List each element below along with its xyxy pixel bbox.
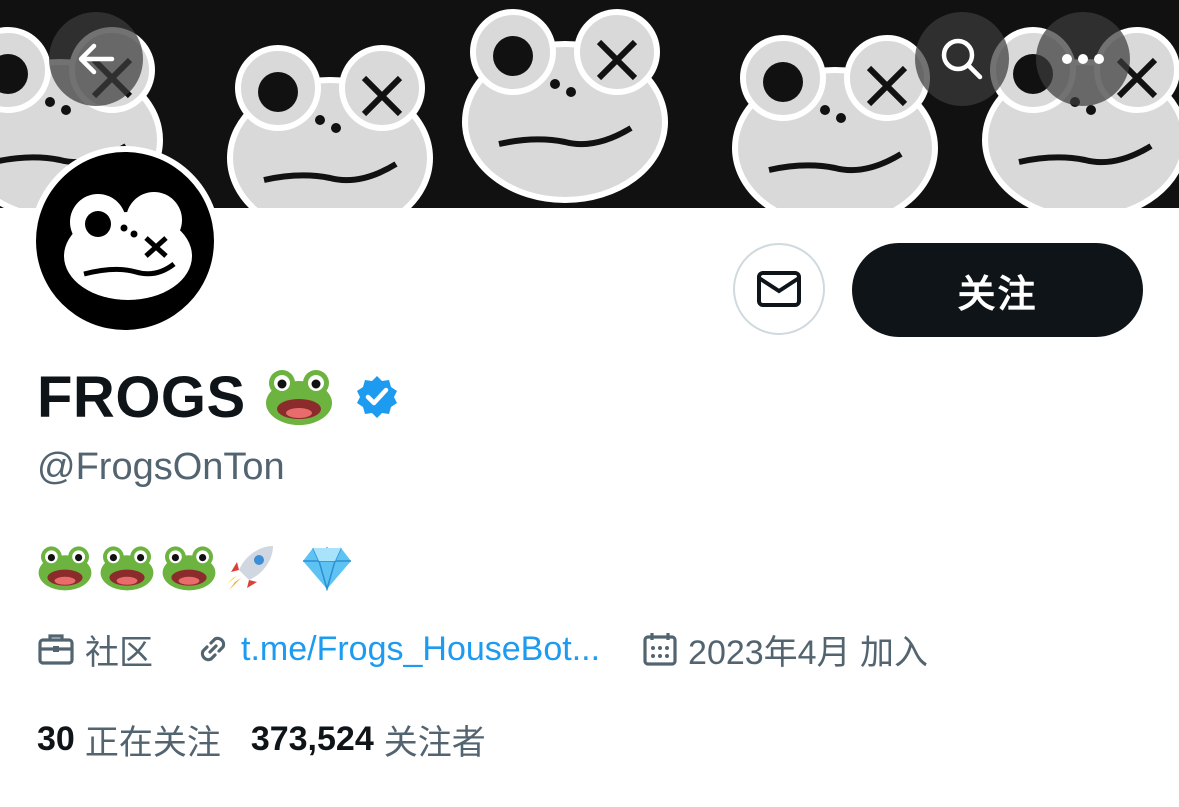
verified-badge-icon	[356, 376, 397, 418]
profile-link[interactable]: t.me/Frogs_HouseBot...	[195, 630, 600, 669]
rocket-emoji-icon	[227, 546, 273, 590]
profile-joined: 2023年4月 加入	[642, 625, 928, 674]
more-dots-icon	[1062, 54, 1104, 64]
followers-stat[interactable]: 373,524 关注者	[251, 715, 486, 764]
category-label: 社区	[85, 633, 153, 672]
briefcase-icon	[38, 634, 74, 665]
link-text[interactable]: t.me/Frogs_HouseBot...	[241, 630, 600, 669]
envelope-icon	[757, 271, 801, 307]
profile-stats: 30 正在关注 373,524 关注者	[37, 714, 516, 764]
follow-button[interactable]: 关注	[852, 243, 1143, 337]
followers-count: 373,524	[250, 719, 374, 758]
arrow-left-icon	[78, 43, 115, 75]
calendar-icon	[643, 633, 677, 666]
back-button[interactable]	[49, 12, 143, 106]
more-button[interactable]	[1036, 12, 1130, 106]
profile-bio	[37, 540, 353, 596]
avatar[interactable]	[30, 146, 220, 336]
followers-label: 关注者	[383, 723, 486, 762]
display-name: FROGS	[37, 364, 246, 430]
profile-handle: @FrogsOnTon	[37, 446, 285, 488]
link-icon	[200, 636, 226, 662]
name-row: FROGS	[37, 360, 400, 434]
search-icon	[941, 38, 983, 80]
gem-emoji-icon	[303, 546, 351, 591]
frog-emoji-icon	[100, 546, 154, 591]
profile-category: 社区	[37, 625, 153, 674]
frog-logo-icon	[64, 192, 192, 300]
joined-date: 2023年4月 加入	[688, 633, 929, 672]
following-stat[interactable]: 30 正在关注	[37, 715, 221, 764]
profile-meta: 社区 t.me/Frogs_HouseBot... 2023年4月 加入	[37, 622, 970, 676]
message-button[interactable]	[733, 243, 825, 335]
frog-emoji-icon	[38, 546, 92, 591]
frog-emoji-icon	[265, 370, 332, 425]
frog-emoji-icon	[162, 546, 216, 591]
avatar-image	[36, 152, 214, 330]
following-label: 正在关注	[84, 723, 221, 762]
following-count: 30	[37, 719, 75, 758]
search-button[interactable]	[915, 12, 1009, 106]
